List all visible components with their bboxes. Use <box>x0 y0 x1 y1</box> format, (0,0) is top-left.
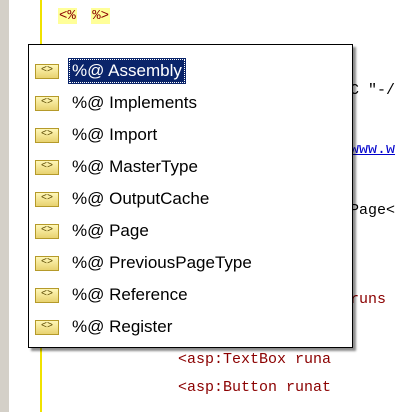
directive-icon: <> <box>35 159 59 175</box>
intellisense-item-page[interactable]: <> %@ Page <box>29 216 350 246</box>
editor-gutter <box>0 0 9 412</box>
code-line: runs <box>350 291 387 308</box>
open-directive-token: <% <box>58 8 77 24</box>
intellisense-item-reference[interactable]: <> %@ Reference <box>29 280 350 310</box>
directive-icon: <> <box>35 63 59 79</box>
directive-icon: <> <box>35 255 59 271</box>
intellisense-item-register[interactable]: <> %@ Register <box>29 312 350 342</box>
intellisense-item-label: %@ Register <box>72 317 173 336</box>
intellisense-item-label: %@ Page <box>72 221 149 240</box>
intellisense-item-label: %@ PreviousPageType <box>72 253 252 272</box>
intellisense-item-implements[interactable]: <> %@ Implements <box>29 88 350 118</box>
directive-icon: <> <box>35 127 59 143</box>
code-line: www.w <box>350 141 396 158</box>
intellisense-item-previouspagetype[interactable]: <> %@ PreviousPageType <box>29 248 350 278</box>
intellisense-item-label: %@ Assembly <box>68 58 186 84</box>
intellisense-item-mastertype[interactable]: <> %@ MasterType <box>29 152 350 182</box>
intellisense-item-label: %@ Reference <box>72 285 188 304</box>
directive-icon: <> <box>35 191 59 207</box>
directive-icon: <> <box>35 287 59 303</box>
intellisense-item-label: %@ Implements <box>72 93 197 112</box>
intellisense-popup[interactable]: <> %@ Assembly <> %@ Implements <> %@ Im… <box>28 44 353 348</box>
intellisense-item-assembly[interactable]: <> %@ Assembly <box>29 56 350 86</box>
directive-icon: <> <box>35 95 59 111</box>
code-line: C "-/ <box>350 82 396 99</box>
close-directive-token: %> <box>91 8 111 24</box>
directive-icon: <> <box>35 319 59 335</box>
code-top-tokens: <% %> <box>58 8 116 24</box>
code-line: <asp:TextBox runa <box>178 351 332 368</box>
intellisense-item-label: %@ OutputCache <box>72 189 210 208</box>
directive-icon: <> <box>35 223 59 239</box>
code-line: Page< <box>350 202 396 219</box>
code-line: <asp:Button runat <box>178 379 332 396</box>
intellisense-item-label: %@ MasterType <box>72 157 198 176</box>
intellisense-item-import[interactable]: <> %@ Import <box>29 120 350 150</box>
intellisense-item-label: %@ Import <box>72 125 158 144</box>
intellisense-item-outputcache[interactable]: <> %@ OutputCache <box>29 184 350 214</box>
